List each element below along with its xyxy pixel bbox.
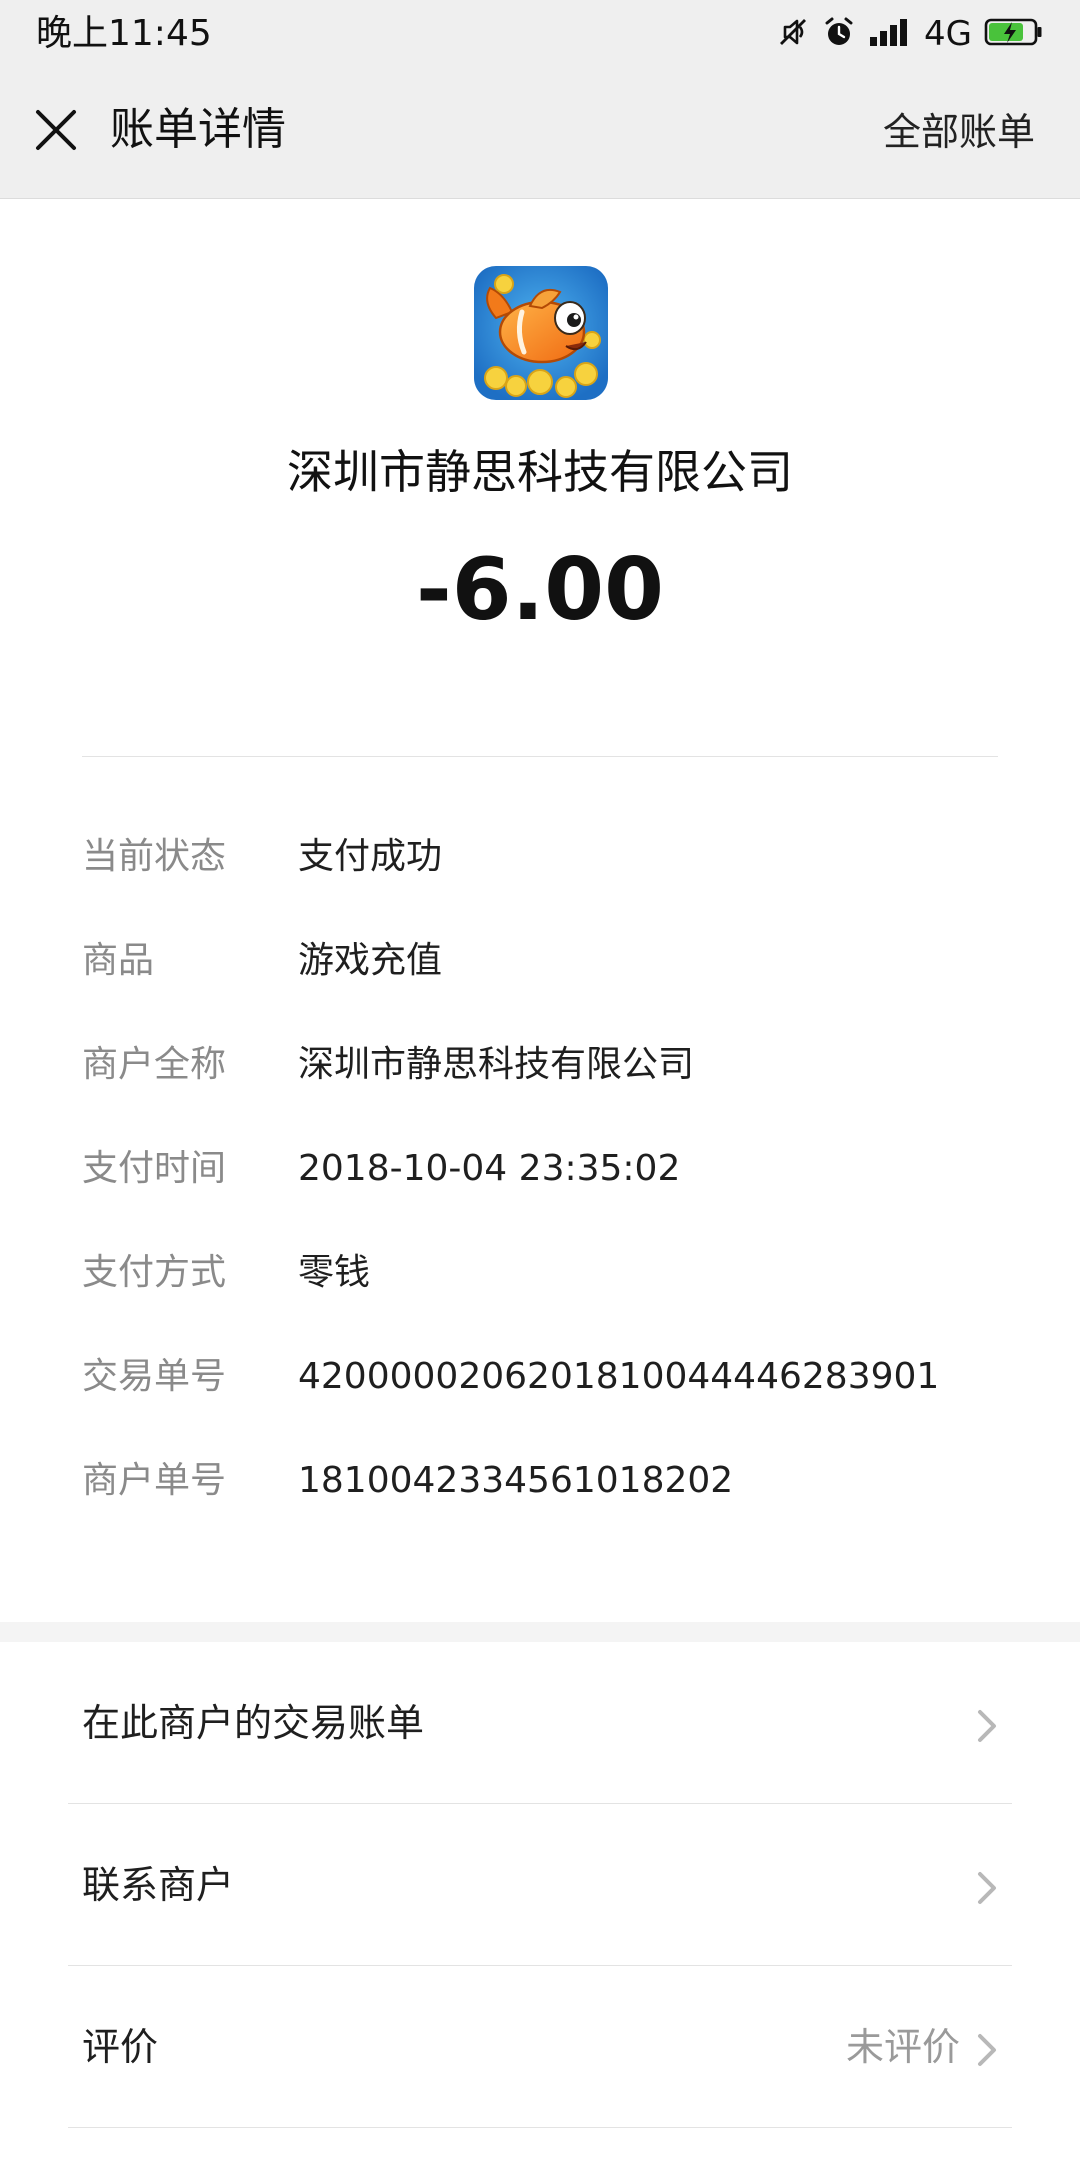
merchant-logo — [474, 266, 608, 400]
mute-icon — [776, 15, 810, 53]
detail-label: 商户全称 — [82, 1044, 227, 1085]
payment-amount: -6.00 — [416, 540, 664, 640]
close-button[interactable] — [30, 104, 82, 156]
menu-item-label: 联系商户 — [82, 1863, 235, 1907]
detail-value: 零钱 — [298, 1252, 371, 1293]
battery-charging-icon — [984, 15, 1044, 53]
detail-row-product: 商品 游戏充值 — [82, 922, 1012, 1026]
review-item[interactable]: 评价 未评价 — [0, 1966, 1080, 2128]
signal-icon — [868, 15, 912, 53]
menu-item-label: 在此商户的交易账单 — [82, 1701, 425, 1745]
detail-row-payment-method: 支付方式 零钱 — [82, 1234, 1012, 1338]
divider — [82, 756, 998, 757]
all-bills-button[interactable]: 全部账单 — [883, 108, 1035, 156]
detail-value: 2018-10-04 23:35:02 — [298, 1148, 681, 1189]
merchant-transactions-item[interactable]: 在此商户的交易账单 — [0, 1642, 1080, 1804]
status-icons: 4G — [776, 14, 1044, 54]
alarm-icon — [822, 15, 856, 53]
detail-row-status: 当前状态 支付成功 — [82, 818, 1012, 922]
review-status: 未评价 — [845, 2025, 960, 2069]
detail-label: 支付方式 — [82, 1252, 227, 1293]
contact-merchant-item[interactable]: 联系商户 — [0, 1804, 1080, 1966]
section-separator — [0, 1622, 1080, 1642]
detail-value: 深圳市静思科技有限公司 — [298, 1044, 695, 1085]
network-type-label: 4G — [924, 14, 972, 54]
detail-value: 支付成功 — [298, 836, 443, 877]
detail-label: 商户单号 — [82, 1460, 227, 1501]
menu-item-label: 评价 — [82, 2025, 159, 2069]
chevron-right-icon — [978, 1710, 996, 1742]
detail-row-transaction-id: 交易单号 4200000206201810044446283901 — [82, 1338, 1012, 1442]
merchant-name: 深圳市静思科技有限公司 — [287, 445, 793, 499]
close-icon[interactable] — [30, 104, 82, 156]
detail-row-merchant-full-name: 商户全称 深圳市静思科技有限公司 — [82, 1026, 1012, 1130]
bill-actions-list: 在此商户的交易账单 联系商户 评价 未评价 — [0, 1642, 1080, 2128]
detail-label: 支付时间 — [82, 1148, 227, 1189]
detail-row-merchant-order-id: 商户单号 1810042334561018202 — [82, 1442, 1012, 1546]
detail-value: 游戏充值 — [298, 940, 443, 981]
detail-label: 商品 — [82, 940, 155, 981]
nav-bar: 账单详情 全部账单 — [0, 70, 1080, 199]
status-time: 晚上11:45 — [36, 13, 212, 54]
detail-value: 1810042334561018202 — [298, 1460, 734, 1501]
detail-value: 4200000206201810044446283901 — [298, 1356, 940, 1397]
bill-details: 当前状态 支付成功 商品 游戏充值 商户全称 深圳市静思科技有限公司 支付时间 … — [82, 818, 1012, 1546]
chevron-right-icon — [978, 1872, 996, 1904]
detail-row-payment-time: 支付时间 2018-10-04 23:35:02 — [82, 1130, 1012, 1234]
detail-label: 当前状态 — [82, 836, 227, 877]
status-bar: 晚上11:45 4G — [0, 0, 1080, 70]
page-title: 账单详情 — [110, 104, 286, 155]
detail-label: 交易单号 — [82, 1356, 227, 1397]
chevron-right-icon — [978, 2034, 996, 2066]
